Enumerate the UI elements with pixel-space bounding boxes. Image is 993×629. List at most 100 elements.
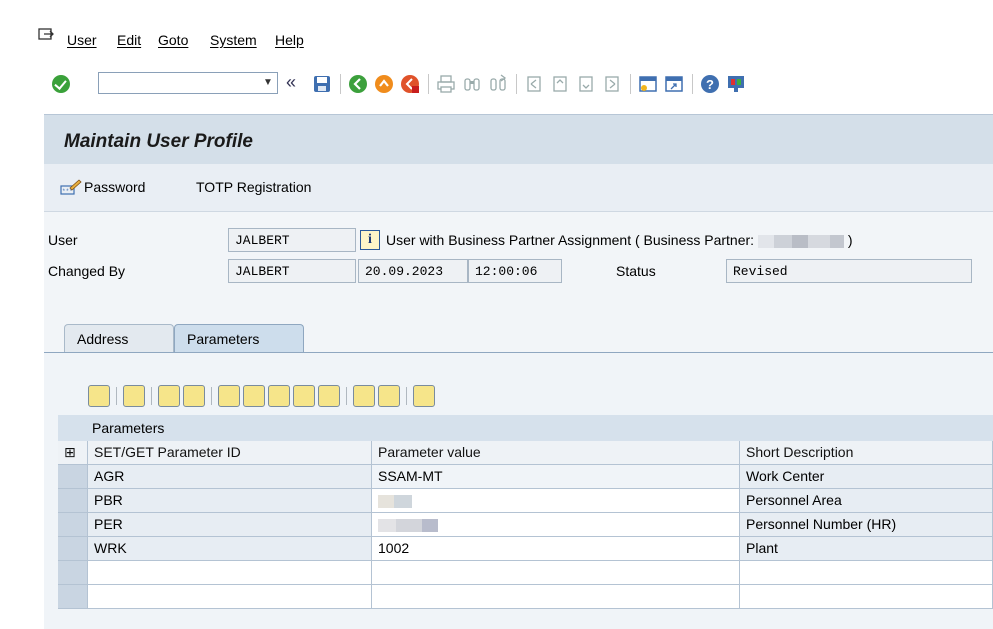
password-button[interactable]: *** Password	[60, 179, 145, 195]
totp-registration-label: TOTP Registration	[196, 179, 312, 195]
command-field-dropdown-icon[interactable]: ▼	[260, 74, 276, 92]
menu-edit[interactable]: Edit	[117, 32, 141, 48]
row-selector[interactable]	[58, 489, 88, 513]
column-header[interactable]: SET/GET Parameter ID	[88, 441, 372, 465]
user-field[interactable]: JALBERT	[228, 228, 356, 252]
business-partner-text: User with Business Partner Assignment ( …	[386, 232, 853, 248]
layout-icon[interactable]	[378, 385, 400, 407]
redacted-block	[829, 234, 844, 248]
filter-icon[interactable]	[318, 385, 340, 407]
parameter-value-cell[interactable]	[372, 513, 740, 537]
table-row: WRK 1002 Plant	[58, 537, 993, 561]
back-icon[interactable]	[348, 74, 368, 94]
help-icon[interactable]: ?	[700, 74, 720, 94]
export-icon[interactable]	[413, 385, 435, 407]
find-icon[interactable]	[462, 74, 482, 94]
sort-descending-icon[interactable]	[243, 385, 265, 407]
redacted-block	[378, 494, 394, 508]
menu-help[interactable]: Help	[275, 32, 304, 48]
status-field[interactable]: Revised	[726, 259, 972, 283]
business-partner-prefix: User with Business Partner Assignment ( …	[386, 232, 755, 248]
parameter-id-cell[interactable]	[88, 561, 372, 585]
parameter-value-cell[interactable]: SSAM-MT	[372, 465, 740, 489]
find-next-icon[interactable]	[293, 385, 315, 407]
cancel-icon[interactable]	[400, 74, 420, 94]
parameter-value-cell[interactable]	[372, 585, 740, 609]
column-header[interactable]: Short Description	[740, 441, 993, 465]
window-frame-left	[0, 0, 20, 629]
changed-by-field[interactable]: JALBERT	[228, 259, 356, 283]
toolbar-separator	[151, 387, 152, 405]
toolbar-separator	[516, 74, 517, 94]
menu-bar: User Edit Goto System Help	[20, 22, 993, 54]
short-description-cell: Work Center	[740, 465, 993, 489]
find-icon[interactable]	[268, 385, 290, 407]
short-description-cell	[740, 585, 993, 609]
table-row: PER Personnel Number (HR)	[58, 513, 993, 537]
details-icon[interactable]	[88, 385, 110, 407]
table-row	[58, 561, 993, 585]
totp-registration-button[interactable]: TOTP Registration	[196, 179, 311, 195]
toolbar-separator	[116, 387, 117, 405]
shortcut-icon[interactable]	[664, 74, 684, 94]
short-description-cell: Personnel Number (HR)	[740, 513, 993, 537]
tab-parameters-label: Parameters	[187, 331, 260, 347]
table-row	[58, 585, 993, 609]
print-icon[interactable]	[353, 385, 375, 407]
parameter-value-cell[interactable]: 1002	[372, 537, 740, 561]
password-pencil-icon: ***	[60, 179, 82, 195]
redacted-block	[791, 234, 808, 248]
parameter-id-cell[interactable]: PBR	[88, 489, 372, 513]
redacted-block	[757, 234, 774, 248]
menu-system[interactable]: System	[210, 32, 257, 48]
toolbar-separator	[340, 74, 341, 94]
info-icon[interactable]: i	[360, 230, 380, 250]
parameter-id-cell[interactable]: AGR	[88, 465, 372, 489]
customize-layout-icon[interactable]	[726, 74, 746, 94]
tab-parameters[interactable]: Parameters	[174, 324, 304, 352]
system-menu-icon[interactable]	[38, 28, 54, 42]
next-page-icon[interactable]	[576, 74, 596, 94]
row-selector[interactable]	[58, 561, 88, 585]
last-page-icon[interactable]	[602, 74, 622, 94]
refresh-icon[interactable]	[123, 385, 145, 407]
select-all-icon[interactable]: ⊞	[58, 441, 88, 465]
parameter-id-cell[interactable]: PER	[88, 513, 372, 537]
print-icon[interactable]	[436, 74, 456, 94]
parameter-id-cell[interactable]	[88, 585, 372, 609]
menu-goto[interactable]: Goto	[158, 32, 188, 48]
previous-page-icon[interactable]	[550, 74, 570, 94]
command-field[interactable]	[98, 72, 278, 94]
copy-icon[interactable]	[158, 385, 180, 407]
application-toolbar: *** Password TOTP Registration	[44, 164, 993, 212]
paste-icon[interactable]	[183, 385, 205, 407]
parameter-id-cell[interactable]: WRK	[88, 537, 372, 561]
menu-user[interactable]: User	[67, 32, 97, 48]
business-partner-suffix: )	[847, 232, 853, 248]
parameter-value-cell[interactable]	[372, 489, 740, 513]
parameter-value-cell[interactable]	[372, 561, 740, 585]
tab-strip: Address Parameters	[44, 324, 993, 354]
first-page-icon[interactable]	[524, 74, 544, 94]
sort-ascending-icon[interactable]	[218, 385, 240, 407]
changed-date-field[interactable]: 20.09.2023	[358, 259, 468, 283]
column-header[interactable]: Parameter value	[372, 441, 740, 465]
changed-time-field[interactable]: 12:00:06	[468, 259, 562, 283]
enter-icon[interactable]	[52, 75, 70, 93]
row-selector[interactable]	[58, 585, 88, 609]
standard-toolbar: ▼ « ?	[20, 64, 993, 104]
user-label: User	[48, 232, 78, 248]
save-icon[interactable]	[312, 74, 332, 94]
redacted-block	[396, 518, 422, 532]
tab-address[interactable]: Address	[64, 324, 174, 352]
row-selector[interactable]	[58, 465, 88, 489]
grid-title: Parameters	[92, 420, 165, 436]
find-next-icon[interactable]	[488, 74, 508, 94]
row-selector[interactable]	[58, 513, 88, 537]
exit-icon[interactable]	[374, 74, 394, 94]
back-double-arrow[interactable]: «	[286, 72, 296, 92]
create-session-icon[interactable]	[638, 74, 658, 94]
changed-by-label: Changed By	[48, 263, 126, 279]
row-selector[interactable]	[58, 537, 88, 561]
page-title: Maintain User Profile	[64, 131, 253, 152]
